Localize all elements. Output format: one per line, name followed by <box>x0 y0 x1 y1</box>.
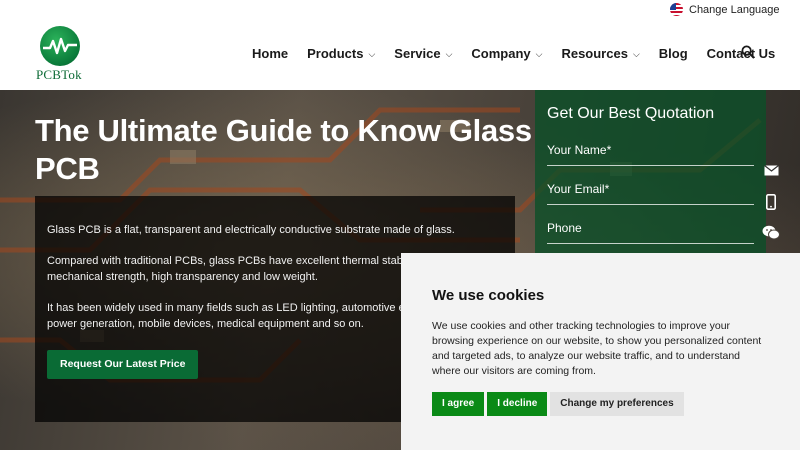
phone-icon[interactable] <box>757 186 785 217</box>
logo-emblem-icon <box>40 26 80 66</box>
nav-products-label: Products <box>307 46 364 61</box>
search-icon[interactable] <box>741 45 755 59</box>
change-language[interactable]: Change Language <box>670 3 780 16</box>
page-title: The Ultimate Guide to Know Glass PCB <box>35 113 532 186</box>
quotation-title: Get Our Best Quotation <box>547 105 715 122</box>
name-field[interactable]: Your Name* <box>547 140 754 166</box>
chevron-down-icon: ⌵ <box>535 49 543 59</box>
nav-service-label: Service <box>394 46 441 61</box>
nav-resources-label: Resources <box>561 46 628 61</box>
chevron-down-icon: ⌵ <box>368 49 376 59</box>
decline-button[interactable]: I decline <box>487 392 548 416</box>
site-header: Change Language PCBTok Home Products ⌵ Se… <box>0 0 800 90</box>
quotation-form: Get Our Best Quotation Your Name* Your E… <box>535 90 766 280</box>
intro-paragraph: Glass PCB is a flat, transparent and ele… <box>47 224 455 236</box>
change-language-label: Change Language <box>689 3 780 16</box>
nav-blog-label: Blog <box>658 46 688 61</box>
nav-company-label: Company <box>471 46 531 61</box>
change-preferences-button[interactable]: Change my preferences <box>550 392 684 416</box>
wechat-icon[interactable] <box>757 217 785 248</box>
cookie-consent-dialog: We use cookies We use cookies and other … <box>401 253 800 450</box>
contact-sidebar <box>757 155 785 248</box>
nav-home-label: Home <box>252 46 289 61</box>
cookie-buttons: I agree I decline Change my preferences <box>432 392 769 416</box>
us-flag-icon <box>670 3 683 16</box>
phone-field[interactable]: Phone <box>547 218 754 244</box>
site-logo[interactable]: PCBTok <box>36 26 88 83</box>
email-field[interactable]: Your Email* <box>547 179 754 205</box>
nav-company[interactable]: Company ⌵ <box>471 46 542 61</box>
agree-button[interactable]: I agree <box>432 392 485 416</box>
nav-blog[interactable]: Blog <box>659 46 688 61</box>
nav-resources[interactable]: Resources ⌵ <box>561 46 639 61</box>
cookie-title: We use cookies <box>432 287 545 304</box>
request-price-button[interactable]: Request Our Latest Price <box>47 350 199 379</box>
nav-home[interactable]: Home <box>252 46 288 61</box>
nav-service[interactable]: Service ⌵ <box>394 46 452 61</box>
chevron-down-icon: ⌵ <box>445 49 453 59</box>
main-nav: Home Products ⌵ Service ⌵ Company ⌵ Resourc… <box>252 46 794 61</box>
cookie-text: We use cookies and other tracking techno… <box>432 320 762 377</box>
logo-text: PCBTok <box>36 67 82 82</box>
email-icon[interactable] <box>757 155 785 186</box>
nav-products[interactable]: Products ⌵ <box>307 46 375 61</box>
chevron-down-icon: ⌵ <box>632 49 640 59</box>
